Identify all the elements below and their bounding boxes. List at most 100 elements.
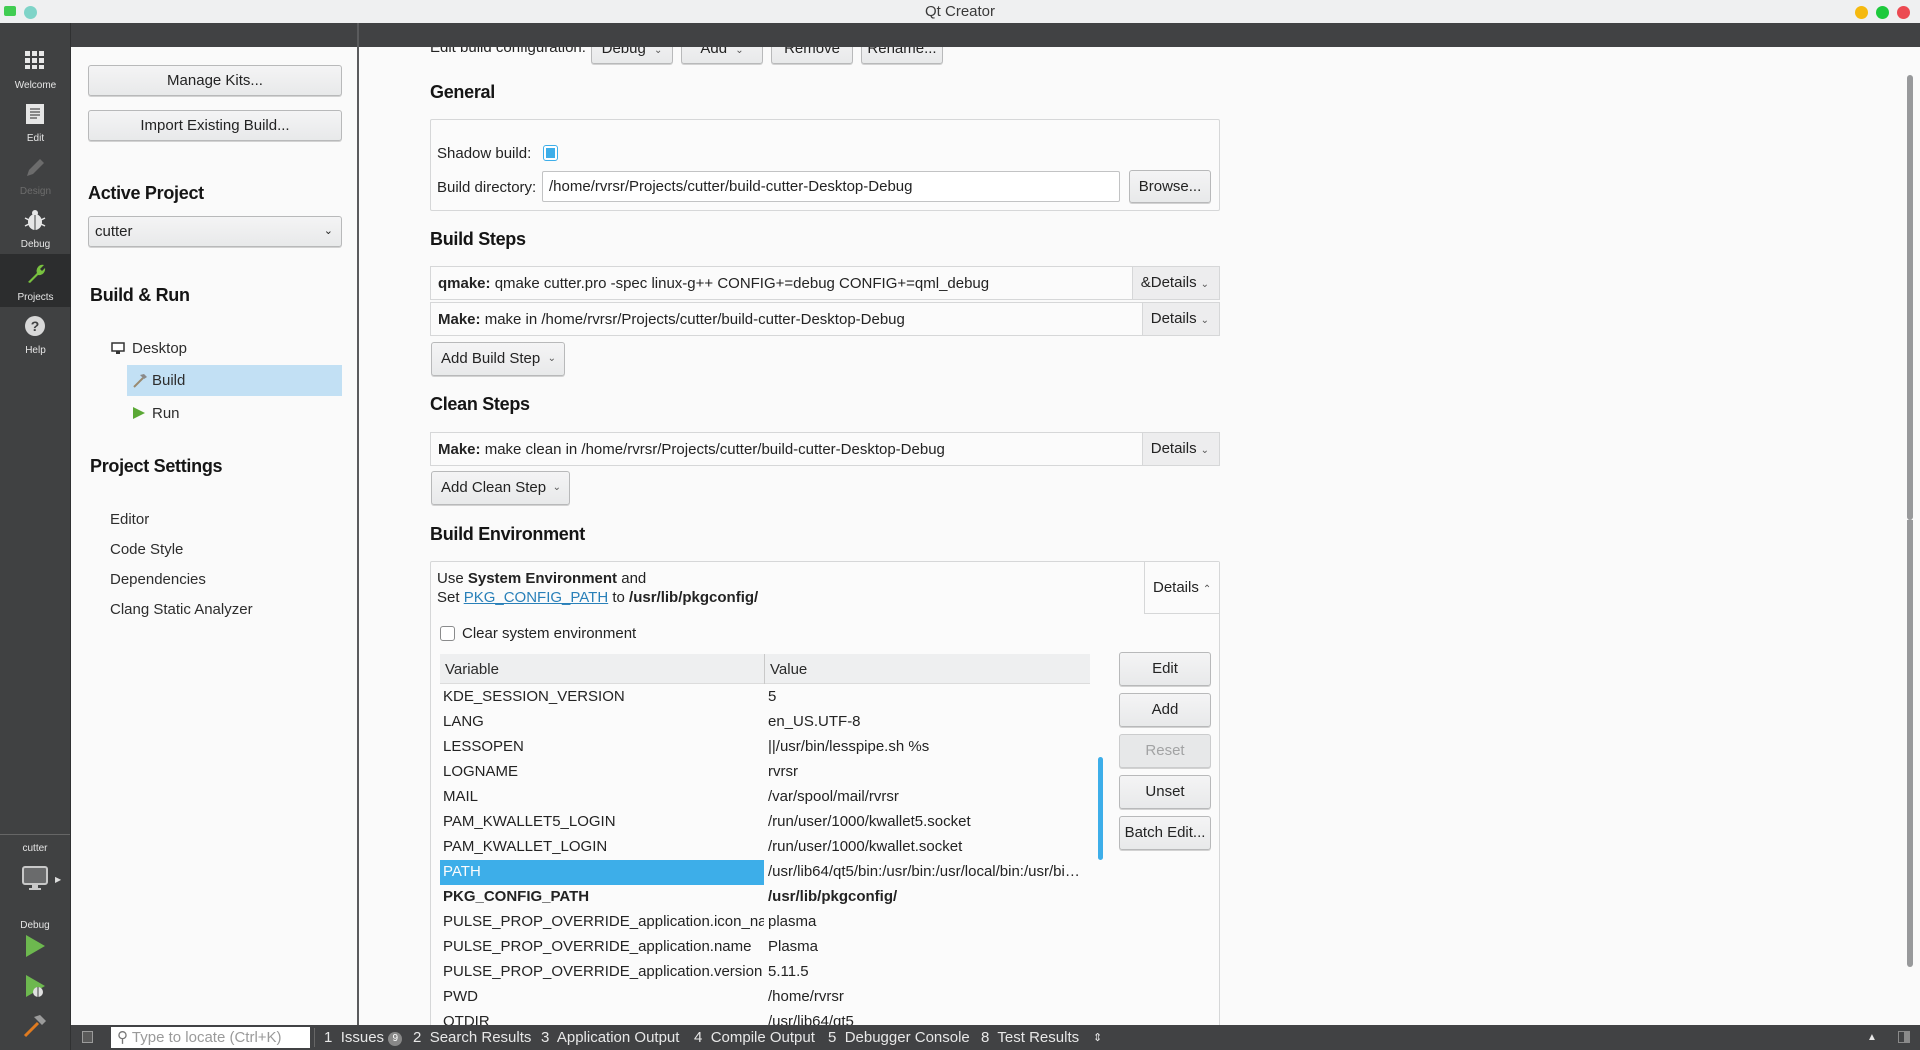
settings-clang-static-analyzer[interactable]: Clang Static Analyzer — [110, 601, 253, 618]
debug-run-button[interactable] — [22, 973, 48, 999]
env-table-row[interactable]: PKG_CONFIG_PATH/usr/lib/pkgconfig/ — [440, 885, 1090, 910]
settings-editor[interactable]: Editor — [110, 511, 149, 528]
pane-debugger-console[interactable]: 5 Debugger Console — [828, 1029, 970, 1046]
pane-issues[interactable]: 1 Issues 9 — [324, 1029, 403, 1046]
env-add-button[interactable]: Add — [1119, 693, 1211, 727]
env-variable-cell[interactable]: LESSOPEN — [440, 735, 764, 760]
env-variable-cell[interactable]: PULSE_PROP_OVERRIDE_application.version — [440, 960, 764, 985]
env-value-cell[interactable]: rvrsr — [766, 760, 1090, 785]
env-value-cell[interactable]: /home/rvrsr — [766, 985, 1090, 1010]
env-value-cell[interactable]: /usr/lib64/qt5 — [766, 1010, 1090, 1025]
toggle-right-sidebar-icon[interactable] — [1898, 1031, 1910, 1043]
env-table-row[interactable]: LOGNAME rvrsr — [440, 760, 1090, 785]
step-details-button[interactable]: &Details ⌄ — [1131, 267, 1219, 299]
env-variable-cell[interactable]: PWD — [440, 985, 764, 1010]
column-divider[interactable] — [764, 654, 765, 684]
env-value-cell[interactable]: /run/user/1000/kwallet5.socket — [766, 810, 1090, 835]
locator-input[interactable]: ⚲ Type to locate (Ctrl+K) — [111, 1027, 310, 1048]
pane-search-results[interactable]: 2 Search Results — [413, 1029, 531, 1046]
env-variable-cell[interactable]: PATH — [440, 860, 764, 885]
step-details-button[interactable]: Details ⌄ — [1141, 433, 1219, 465]
env-variable-cell[interactable]: MAIL — [440, 785, 764, 810]
env-variable-cell[interactable]: PAM_KWALLET_LOGIN — [440, 835, 764, 860]
env-value-cell[interactable]: 5 — [766, 685, 1090, 710]
add-clean-step-button[interactable]: Add Clean Step ⌄ — [431, 471, 570, 505]
env-table-row[interactable]: MAIL/var/spool/mail/rvrsr — [440, 785, 1090, 810]
env-value-cell[interactable]: en_US.UTF-8 — [766, 710, 1090, 735]
build-config-combo[interactable]: Debug ⌄ — [591, 47, 673, 64]
env-table-row[interactable]: PAM_KWALLET_LOGIN/run/user/1000/kwallet.… — [440, 835, 1090, 860]
env-unset-button[interactable]: Unset — [1119, 775, 1211, 809]
env-table-row[interactable]: KDE_SESSION_VERSION 5 — [440, 685, 1090, 710]
env-reset-button[interactable]: Reset — [1119, 734, 1211, 768]
clear-system-environment-checkbox[interactable] — [440, 626, 455, 641]
pane-application-output[interactable]: 3 Application Output — [541, 1029, 679, 1046]
env-value-cell[interactable]: /usr/lib/pkgconfig/ — [766, 885, 1090, 910]
toggle-sidebar-icon[interactable] — [82, 1031, 93, 1043]
build-button[interactable] — [22, 1013, 48, 1039]
env-variable-cell[interactable]: PAM_KWALLET5_LOGIN — [440, 810, 764, 835]
column-header-variable[interactable]: Variable — [445, 661, 499, 678]
environment-details-button[interactable]: Details ⌃ — [1144, 562, 1219, 614]
mode-projects[interactable]: Projects — [0, 254, 71, 307]
close-button[interactable] — [1897, 6, 1910, 19]
nav-run[interactable]: Run — [127, 400, 342, 428]
mode-debug[interactable]: Debug — [0, 201, 71, 254]
env-variable-cell[interactable]: PULSE_PROP_OVERRIDE_application.icon_nam… — [440, 910, 764, 935]
manage-kits-button[interactable]: Manage Kits... — [88, 65, 342, 96]
build-directory-input[interactable]: /home/rvrsr/Projects/cutter/build-cutter… — [542, 171, 1120, 202]
kit-selector[interactable]: cutter ▶ Debug — [0, 838, 70, 933]
env-variable-cell[interactable]: KDE_SESSION_VERSION — [440, 685, 764, 710]
step-details-button[interactable]: Details ⌄ — [1141, 303, 1219, 335]
env-value-cell[interactable]: 5.11.5 — [766, 960, 1090, 985]
env-table-row[interactable]: QTDIR/usr/lib64/qt5 — [440, 1010, 1090, 1025]
nav-build[interactable]: Build — [127, 365, 342, 396]
env-table-row[interactable]: PAM_KWALLET5_LOGIN/run/user/1000/kwallet… — [440, 810, 1090, 835]
env-value-cell[interactable]: plasma — [766, 910, 1090, 935]
mode-help[interactable]: ? Help — [0, 307, 71, 360]
active-project-combo[interactable]: cutter ⌄ — [88, 216, 342, 247]
content-scrollbar[interactable] — [1907, 75, 1913, 520]
mode-edit[interactable]: Edit — [0, 95, 71, 148]
settings-dependencies[interactable]: Dependencies — [110, 571, 206, 588]
pane-test-results[interactable]: 8 Test Results — [981, 1029, 1079, 1046]
env-table-row[interactable]: LANG en_US.UTF-8 — [440, 710, 1090, 735]
env-edit-button[interactable]: Edit — [1119, 652, 1211, 686]
env-variable-cell[interactable]: PKG_CONFIG_PATH — [440, 885, 764, 910]
env-value-cell[interactable]: /var/spool/mail/rvrsr — [766, 785, 1090, 810]
env-value-cell[interactable]: ||/usr/bin/lesspipe.sh %s — [766, 735, 1090, 760]
env-table-row[interactable]: PWD/home/rvrsr — [440, 985, 1090, 1010]
add-build-step-button[interactable]: Add Build Step ⌄ — [431, 342, 565, 376]
remove-config-button[interactable]: Remove — [771, 47, 853, 64]
env-table-row[interactable]: LESSOPEN ||/usr/bin/lesspipe.sh %s — [440, 735, 1090, 760]
env-variable-cell[interactable]: QTDIR — [440, 1010, 764, 1025]
run-button[interactable] — [22, 933, 48, 959]
env-variable-cell[interactable]: LOGNAME — [440, 760, 764, 785]
add-config-button[interactable]: Add ⌄ — [681, 47, 763, 64]
env-value-cell[interactable]: Plasma — [766, 935, 1090, 960]
table-scrollbar[interactable] — [1098, 757, 1103, 860]
import-existing-build-button[interactable]: Import Existing Build... — [88, 110, 342, 141]
minimize-button[interactable] — [1855, 6, 1868, 19]
env-table-row[interactable]: PULSE_PROP_OVERRIDE_application.name Plas… — [440, 935, 1090, 960]
pane-compile-output[interactable]: 4 Compile Output — [694, 1029, 815, 1046]
browse-button[interactable]: Browse... — [1129, 170, 1211, 203]
more-panes-icon[interactable]: ⇕ — [1093, 1031, 1102, 1044]
show-output-pane-icon[interactable]: ▲ — [1867, 1032, 1877, 1043]
column-header-value[interactable]: Value — [770, 661, 807, 678]
mode-welcome[interactable]: Welcome — [0, 42, 71, 95]
rename-config-button[interactable]: Rename... — [861, 47, 943, 64]
env-batch-edit-button[interactable]: Batch Edit... — [1119, 816, 1211, 850]
mode-design[interactable]: Design — [0, 148, 71, 201]
env-value-cell[interactable]: /run/user/1000/kwallet.socket — [766, 835, 1090, 860]
env-table-row[interactable]: PULSE_PROP_OVERRIDE_application.icon_nam… — [440, 910, 1090, 935]
env-value-cell[interactable]: /usr/lib64/qt5/bin:/usr/bin:/usr/local/b… — [766, 860, 1090, 885]
pkg-config-path-link[interactable]: PKG_CONFIG_PATH — [464, 589, 608, 606]
panel-splitter[interactable] — [357, 23, 359, 1025]
maximize-button[interactable] — [1876, 6, 1889, 19]
env-table-row[interactable]: PATH/usr/lib64/qt5/bin:/usr/bin:/usr/loc… — [440, 860, 1090, 885]
env-variable-cell[interactable]: PULSE_PROP_OVERRIDE_application.name — [440, 935, 764, 960]
env-table-row[interactable]: PULSE_PROP_OVERRIDE_application.version 5… — [440, 960, 1090, 985]
env-variable-cell[interactable]: LANG — [440, 710, 764, 735]
settings-code-style[interactable]: Code Style — [110, 541, 183, 558]
